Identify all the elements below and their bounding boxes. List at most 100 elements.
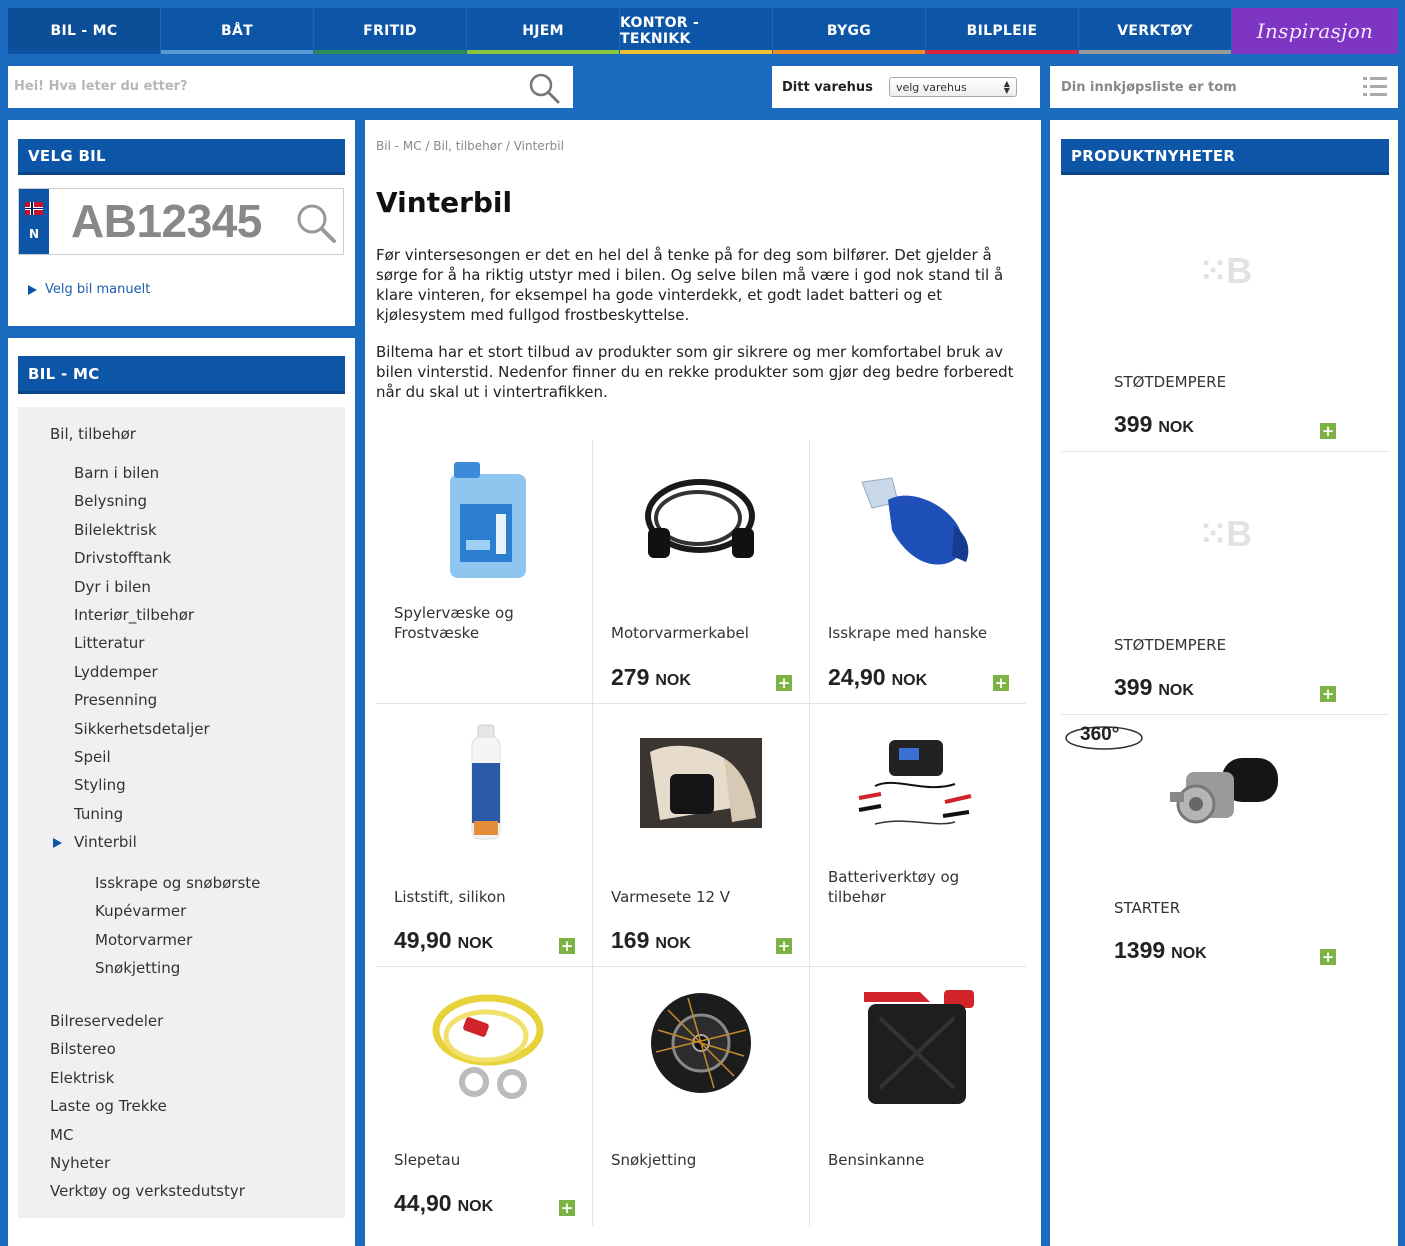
- plate-search-icon[interactable]: [294, 201, 338, 245]
- add-to-list-button[interactable]: +: [559, 938, 575, 954]
- choose-car-manually-label: Velg bil manuelt: [45, 282, 151, 297]
- biltema-placeholder-icon: ⁙B: [1198, 250, 1252, 291]
- breadcrumb[interactable]: Bil - MC / Bil, tilbehør / Vinterbil: [376, 139, 564, 153]
- category-item-subchild[interactable]: Isskrape og snøbørste: [95, 874, 260, 892]
- product-name[interactable]: Liststift, silikon: [394, 887, 506, 907]
- nav-item-inspiration[interactable]: Inspirasjon: [1232, 8, 1398, 54]
- news-product-price: 399 NOK: [1114, 674, 1194, 701]
- category-item-sibling[interactable]: MC: [50, 1126, 73, 1144]
- category-item-child[interactable]: Lyddemper: [74, 663, 158, 681]
- category-item-subchild[interactable]: Snøkjetting: [95, 959, 180, 977]
- search-icon[interactable]: [527, 71, 561, 105]
- plate-number: AB12345: [71, 195, 262, 247]
- product-name[interactable]: Slepetau: [394, 1150, 460, 1170]
- category-item-child[interactable]: Litteratur: [74, 634, 144, 652]
- nav-item-bilpleie[interactable]: BILPLEIE: [926, 8, 1079, 54]
- add-to-list-button[interactable]: +: [559, 1200, 575, 1216]
- add-to-list-button[interactable]: +: [776, 675, 792, 691]
- category-item-subchild[interactable]: Kupévarmer: [95, 902, 186, 920]
- nav-item-fritid[interactable]: FRITID: [314, 8, 467, 54]
- nav-item-verktoy[interactable]: VERKTØY: [1079, 8, 1232, 54]
- category-item-sibling[interactable]: Verktøy og verkstedutstyr: [50, 1182, 245, 1200]
- product-name[interactable]: Motorvarmerkabel: [611, 623, 749, 643]
- intro-paragraph-1: Før vintersesongen er det en hel del å t…: [376, 246, 1004, 324]
- add-to-list-button[interactable]: +: [1320, 423, 1336, 439]
- price-value: 49,90: [394, 927, 452, 953]
- category-item-child[interactable]: Dyr i bilen: [74, 578, 151, 596]
- category-item-subchild[interactable]: Motorvarmer: [95, 931, 192, 949]
- search-input[interactable]: [8, 66, 494, 106]
- rotate-360-badge[interactable]: 360°: [1064, 722, 1144, 752]
- starter-motor-icon: [1170, 758, 1278, 824]
- search-box: [8, 66, 573, 108]
- washer-fluid-can-icon: [450, 462, 526, 578]
- product-name[interactable]: Isskrape med hanske: [828, 623, 987, 643]
- battery-charger-icon: [858, 740, 972, 825]
- price-currency: NOK: [655, 935, 691, 952]
- add-to-list-button[interactable]: +: [993, 675, 1009, 691]
- product-price: 24,90 NOK: [828, 664, 927, 691]
- category-item-child[interactable]: Interiør_tilbehør: [74, 606, 194, 624]
- nav-item-bygg[interactable]: BYGG: [773, 8, 926, 54]
- category-item-sibling[interactable]: Bilstereo: [50, 1040, 116, 1058]
- intro-paragraph-2: Biltema har et stort tilbud av produkter…: [376, 343, 1014, 401]
- nav-item-bil-mc[interactable]: BIL - MC: [8, 8, 161, 54]
- nav-label: BYGG: [826, 23, 872, 39]
- product-name[interactable]: Bensinkanne: [828, 1150, 924, 1170]
- category-item-child[interactable]: Styling: [74, 776, 126, 794]
- nav-color-bar: [926, 50, 1078, 54]
- nav-item-hjem[interactable]: HJEM: [467, 8, 620, 54]
- category-item-child[interactable]: Belysning: [74, 492, 147, 510]
- add-to-list-button[interactable]: +: [1320, 686, 1336, 702]
- store-select[interactable]: velg varehus ▲ ▼: [888, 77, 1017, 97]
- category-item-child[interactable]: Barn i bilen: [74, 464, 159, 482]
- category-item-parent[interactable]: Bil, tilbehør: [50, 425, 136, 443]
- product-name[interactable]: Batteriverktøy og tilbehør: [828, 867, 998, 907]
- category-item-child[interactable]: Speil: [74, 748, 111, 766]
- price-value: 279: [611, 664, 650, 690]
- category-item-child[interactable]: Bilelektrisk: [74, 521, 157, 539]
- choose-car-manually-link[interactable]: Velg bil manuelt: [28, 282, 150, 297]
- nav-label: FRITID: [363, 23, 417, 39]
- news-product-name[interactable]: STØTDEMPERE: [1114, 636, 1226, 654]
- list-icon[interactable]: [1362, 74, 1388, 100]
- product-name[interactable]: Snøkjetting: [611, 1150, 696, 1170]
- category-item-sibling[interactable]: Bilreservedeler: [50, 1012, 163, 1030]
- price-currency: NOK: [457, 1198, 494, 1215]
- add-to-list-button[interactable]: +: [776, 938, 792, 954]
- add-to-list-button[interactable]: +: [1320, 949, 1336, 965]
- plate-country-code: N: [28, 227, 40, 242]
- shopping-list[interactable]: Din innkjøpsliste er tom: [1050, 66, 1398, 108]
- product-name[interactable]: Spylervæske og Frostvæske: [394, 603, 564, 643]
- plate-country-strip: N: [19, 189, 49, 254]
- nav-label: Inspirasjon: [1256, 19, 1374, 43]
- category-item-child[interactable]: Vinterbil: [74, 833, 137, 851]
- grid-divider: [809, 440, 810, 1226]
- nav-item-bat[interactable]: BÅT: [161, 8, 314, 54]
- license-plate-input[interactable]: N AB12345: [18, 188, 344, 255]
- store-label: Ditt varehus: [782, 79, 873, 95]
- arrow-right-icon: [28, 284, 37, 295]
- snow-chain-icon: [651, 993, 751, 1093]
- engine-heater-cable-icon: [645, 479, 755, 558]
- product-name[interactable]: Varmesete 12 V: [611, 887, 730, 907]
- category-item-child[interactable]: Sikkerhetsdetaljer: [74, 720, 210, 738]
- nav-item-kontor-teknikk[interactable]: KONTOR - TEKNIKK: [620, 8, 773, 54]
- category-item-child[interactable]: Drivstofftank: [74, 549, 171, 567]
- news-product-name[interactable]: STARTER: [1114, 899, 1180, 917]
- category-item-sibling[interactable]: Elektrisk: [50, 1069, 114, 1087]
- nav-label: VERKTØY: [1117, 23, 1193, 39]
- category-item-child[interactable]: Tuning: [74, 805, 123, 823]
- category-item-child[interactable]: Presenning: [74, 691, 157, 709]
- nav-color-bar: [620, 50, 772, 54]
- news-product-name[interactable]: STØTDEMPERE: [1114, 373, 1226, 391]
- category-item-sibling[interactable]: Laste og Trekke: [50, 1097, 167, 1115]
- select-arrows-icon: ▲ ▼: [1003, 79, 1010, 95]
- news-product-price: 1399 NOK: [1114, 937, 1207, 964]
- price-value: 399: [1114, 411, 1153, 437]
- price-currency: NOK: [1158, 682, 1194, 699]
- price-currency: NOK: [457, 935, 494, 952]
- price-currency: NOK: [891, 672, 928, 689]
- category-item-sibling[interactable]: Nyheter: [50, 1154, 110, 1172]
- nav-label: HJEM: [522, 23, 564, 39]
